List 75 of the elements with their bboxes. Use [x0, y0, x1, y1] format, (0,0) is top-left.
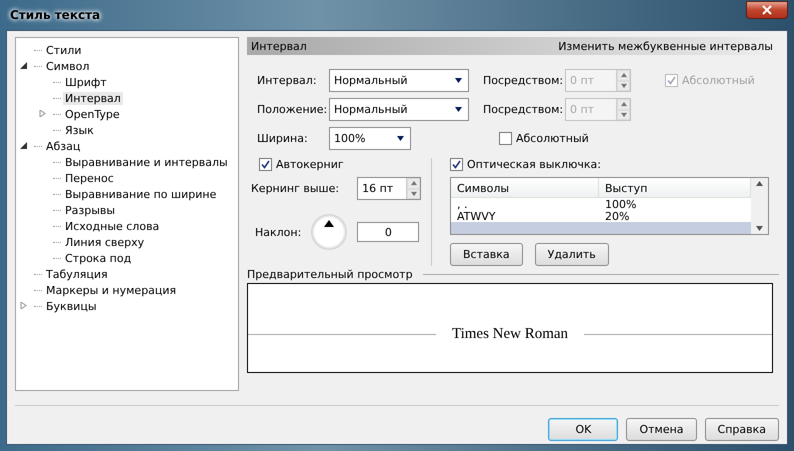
up-arrow-icon: [620, 72, 626, 78]
scroll-down-icon: [756, 225, 763, 232]
spin-up-button[interactable]: [407, 178, 420, 188]
list-action-button[interactable]: Удалить: [534, 243, 609, 266]
close-button[interactable]: [746, 1, 788, 19]
expander-icon[interactable]: [20, 142, 27, 148]
field-label: Посредством:: [483, 74, 564, 87]
tree-item[interactable]: Символ: [44, 60, 92, 72]
tree-item[interactable]: Маркеры и нумерация: [44, 284, 178, 296]
table-cell-text: , .: [456, 198, 468, 210]
tree-item[interactable]: Табуляция: [44, 268, 110, 280]
checkbox-label: Абсолютный: [516, 132, 589, 145]
up-arrow-icon: [410, 180, 417, 186]
section-description: Изменить межбуквенные интервалы: [558, 40, 773, 52]
tree-item[interactable]: Выравнивание и интервалы: [63, 156, 230, 168]
tree-item[interactable]: Интервал: [63, 92, 123, 104]
angle-dial[interactable]: [311, 214, 348, 250]
tree-item[interactable]: Строка под: [63, 252, 134, 264]
caret-icon: [455, 106, 462, 113]
scrollbar[interactable]: [751, 178, 768, 234]
checkbox-label: Абсолютный: [682, 74, 755, 87]
table-cell-text: 20%: [604, 210, 630, 222]
checkmark-icon: [667, 76, 676, 85]
table-cell-text: 100%: [604, 198, 638, 210]
tree-item[interactable]: Стили: [44, 44, 84, 56]
checkbox[interactable]: [499, 132, 512, 145]
checkmark-icon: [261, 160, 270, 169]
triangle-icon: [324, 220, 334, 227]
checkbox-label: Оптическая выключка:: [467, 158, 601, 171]
dialog-button[interactable]: OK: [548, 418, 618, 441]
column-header[interactable]: Выступ: [599, 178, 751, 198]
tree-item[interactable]: OpenType: [63, 108, 122, 120]
tree-item[interactable]: Выравнивание по ширине: [63, 188, 218, 200]
tree-item[interactable]: Линия сверху: [63, 236, 146, 248]
expander-icon[interactable]: [20, 62, 27, 68]
scroll-up-icon: [756, 180, 763, 187]
checkmark-icon: [452, 160, 461, 169]
close-icon: [762, 5, 772, 15]
field-label: Положение:: [257, 103, 328, 116]
column-header[interactable]: Символы: [451, 178, 599, 198]
spin-field[interactable]: 16 пт: [357, 177, 422, 200]
window-title: Стиль текста: [9, 8, 100, 22]
dropdown[interactable]: Нормальный: [329, 98, 469, 121]
checkbox[interactable]: [450, 158, 463, 171]
section-title: Интервал: [251, 40, 307, 52]
tree-item[interactable]: Абзац: [44, 140, 82, 152]
dropdown[interactable]: 100%: [329, 127, 411, 150]
field-label: Наклон:: [255, 226, 302, 238]
field-label: Интервал:: [257, 74, 318, 87]
list-action-button[interactable]: Вставка: [450, 243, 523, 266]
caret-icon: [397, 135, 404, 142]
down-arrow-icon: [410, 190, 417, 197]
tree-item[interactable]: Язык: [63, 124, 96, 136]
dialog-button[interactable]: Отмена: [626, 418, 697, 441]
checkbox[interactable]: [259, 158, 272, 171]
field-label: Ширина:: [257, 132, 309, 145]
tree-item[interactable]: Исходные слова: [63, 220, 162, 232]
table-cell-text: ATWVY: [456, 210, 497, 222]
up-arrow-icon: [620, 101, 626, 108]
angle-field[interactable]: 0: [357, 222, 420, 242]
tree-item[interactable]: Разрывы: [63, 204, 118, 216]
preview-sample: Times New Roman: [450, 326, 570, 342]
dialog-button[interactable]: Справка: [704, 418, 779, 441]
tree-item[interactable]: Буквицы: [44, 300, 99, 312]
caret-icon: [455, 77, 462, 84]
down-arrow-icon: [620, 112, 626, 118]
spin-down-button[interactable]: [407, 188, 420, 199]
field-label: Посредством:: [483, 103, 564, 116]
down-arrow-icon: [620, 82, 626, 89]
dropdown[interactable]: Нормальный: [329, 69, 469, 92]
preview-label: Предварительный просмотр: [247, 268, 413, 281]
field-label: Кернинг выше:: [251, 182, 340, 195]
tree-item[interactable]: Шрифт: [63, 76, 109, 88]
tree-item[interactable]: Перенос: [63, 172, 116, 184]
checkbox-label: Автокерниг: [276, 158, 344, 171]
